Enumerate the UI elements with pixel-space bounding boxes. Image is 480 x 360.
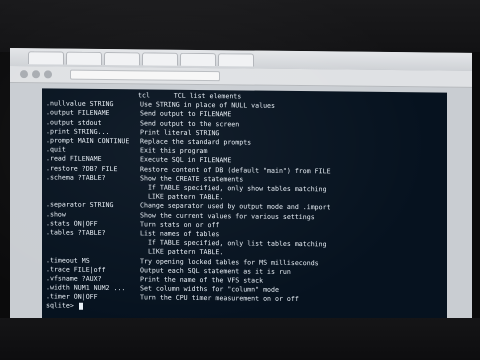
prompt-text: sqlite> xyxy=(46,301,78,310)
screen: tcl TCL list elements .nullvalue STRING U… xyxy=(10,48,472,325)
header-cmd: tcl xyxy=(138,91,150,100)
command-name: .timeout MS xyxy=(46,255,90,265)
address-toolbar xyxy=(10,66,472,88)
command-name: .show xyxy=(46,209,66,219)
command-description: Turn the CPU timer measurement on or off xyxy=(140,293,299,304)
back-icon[interactable] xyxy=(20,70,28,79)
browser-tab[interactable] xyxy=(142,52,178,66)
text-cursor xyxy=(78,302,83,310)
command-name: .tables ?TABLE? xyxy=(46,228,106,238)
browser-tab[interactable] xyxy=(180,52,216,67)
browser-tab[interactable] xyxy=(218,53,254,67)
header-desc: TCL list elements xyxy=(173,91,242,101)
monitor-bezel-top xyxy=(0,0,480,52)
browser-tab[interactable] xyxy=(66,51,102,65)
command-name: .quit xyxy=(46,145,66,154)
command-name: .schema ?TABLE? xyxy=(46,173,106,182)
address-input[interactable] xyxy=(70,69,220,82)
browser-tab[interactable] xyxy=(28,51,64,65)
monitor-bezel-bottom xyxy=(0,318,480,360)
command-name: .stats ON|OFF xyxy=(46,219,98,228)
prompt-line[interactable]: sqlite> xyxy=(46,301,83,311)
reload-icon[interactable] xyxy=(44,70,52,79)
browser-tab[interactable] xyxy=(104,51,140,66)
terminal-window[interactable]: tcl TCL list elements .nullvalue STRING U… xyxy=(42,88,447,325)
forward-icon[interactable] xyxy=(32,70,40,79)
